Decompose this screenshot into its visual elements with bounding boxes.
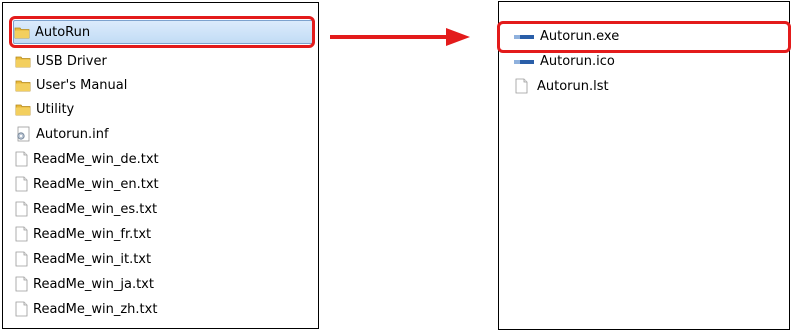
list-item-label: USB Driver [36, 53, 107, 69]
list-item-readme-zh[interactable]: ReadMe_win_zh.txt [15, 297, 157, 321]
list-item-autorun-inf[interactable]: Autorun.inf [15, 122, 109, 146]
list-item-label: ReadMe_win_it.txt [33, 251, 152, 267]
list-item-readme-fr[interactable]: ReadMe_win_fr.txt [15, 222, 151, 246]
text-file-icon [15, 226, 28, 242]
folder-icon [15, 78, 31, 92]
text-file-icon [515, 78, 528, 94]
list-item-autorun-folder[interactable]: AutoRun [13, 20, 315, 44]
application-icon [513, 56, 535, 66]
list-item-label: Autorun.inf [36, 126, 109, 142]
list-item-autorun-ico[interactable]: Autorun.ico [513, 49, 615, 73]
list-item-label: ReadMe_win_de.txt [33, 151, 159, 167]
list-item-label: ReadMe_win_es.txt [33, 201, 158, 217]
list-item-label: ReadMe_win_ja.txt [33, 276, 154, 292]
text-file-icon [15, 201, 28, 217]
list-item-label: User's Manual [36, 77, 128, 93]
folder-icon [15, 54, 31, 68]
list-item-readme-en[interactable]: ReadMe_win_en.txt [15, 172, 159, 196]
list-item-label: Utility [36, 101, 75, 117]
list-item-label: Autorun.lst [537, 78, 609, 94]
list-item-label: ReadMe_win_en.txt [33, 176, 159, 192]
list-item-label: AutoRun [35, 24, 91, 40]
application-icon [513, 31, 535, 41]
list-item-label: Autorun.ico [540, 53, 615, 69]
right-arrow-icon [330, 28, 470, 46]
text-file-icon [15, 251, 28, 267]
text-file-icon [15, 151, 28, 167]
list-item-utility-folder[interactable]: Utility [15, 97, 74, 121]
list-item-readme-de[interactable]: ReadMe_win_de.txt [15, 147, 159, 171]
list-item-users-manual-folder[interactable]: User's Manual [15, 73, 127, 97]
settings-file-icon [15, 126, 31, 142]
text-file-icon [15, 276, 28, 292]
folder-icon [14, 25, 30, 39]
text-file-icon [15, 176, 28, 192]
list-item-autorun-lst[interactable]: Autorun.lst [515, 74, 609, 98]
list-item-readme-es[interactable]: ReadMe_win_es.txt [15, 197, 157, 221]
list-item-label: ReadMe_win_fr.txt [33, 226, 152, 242]
list-item-usb-driver-folder[interactable]: USB Driver [15, 49, 107, 73]
folder-contents-pane: AutoRun USB Driver User's Manual Utility [2, 2, 319, 329]
autorun-folder-contents-pane: Autorun.exe Autorun.ico Autorun.lst [497, 1, 791, 330]
list-item-readme-ja[interactable]: ReadMe_win_ja.txt [15, 272, 154, 296]
list-item-readme-it[interactable]: ReadMe_win_it.txt [15, 247, 151, 271]
text-file-icon [15, 301, 28, 317]
list-item-label: ReadMe_win_zh.txt [33, 301, 158, 317]
list-item-autorun-exe[interactable]: Autorun.exe [513, 24, 619, 48]
folder-icon [15, 102, 31, 116]
list-item-label: Autorun.exe [540, 28, 620, 44]
